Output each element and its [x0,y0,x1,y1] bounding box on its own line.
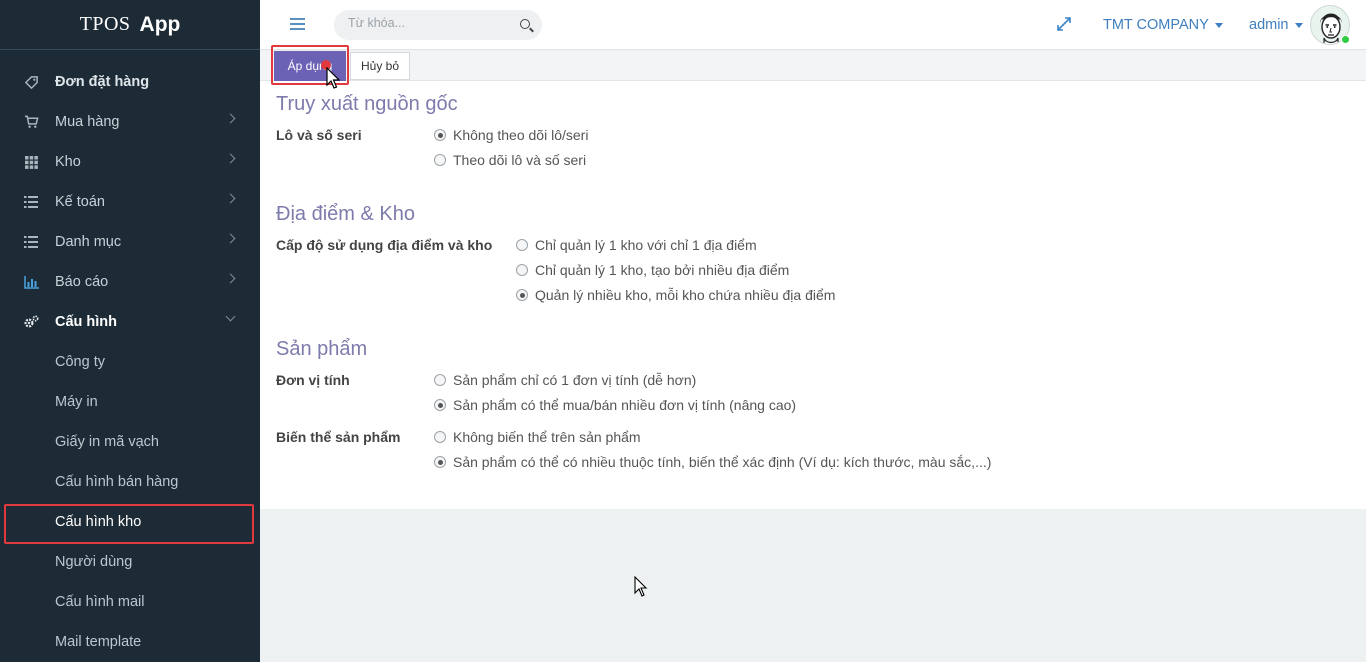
topbar: TMT COMPANY admin [260,0,1366,50]
search-box [334,10,542,40]
grid-icon [22,155,40,169]
sidebar-item-accounting[interactable]: Kế toán [0,182,260,222]
section-title-traceability: Truy xuất nguồn gốc [276,93,458,115]
menu-toggle-icon[interactable] [290,18,305,30]
radio-no-variants[interactable]: Không biến thể trên sản phẩm [434,429,641,445]
radio-button[interactable] [434,431,446,443]
radio-button[interactable] [434,129,446,141]
fullscreen-icon[interactable] [1057,17,1071,31]
submenu-item-mail-template[interactable]: Mail template [0,622,260,662]
settings-form: Áp dụng Hủy bỏ Truy xuất nguồn gốc Lô và… [260,45,1366,509]
user-dropdown[interactable]: admin [1249,17,1303,33]
submenu-item-company[interactable]: Công ty [0,342,260,382]
radio-single-warehouse-single-location[interactable]: Chỉ quản lý 1 kho với chỉ 1 địa điểm [516,237,757,253]
search-icon[interactable] [520,19,530,29]
highlight-box [4,504,254,544]
sidebar-item-catalog[interactable]: Danh mục [0,222,260,262]
submenu-item-sales-config[interactable]: Cấu hình bán hàng [0,462,260,502]
sidebar-item-orders[interactable]: Đơn đặt hàng [0,62,260,102]
cogs-icon [22,315,40,329]
sidebar-nav: Đơn đặt hàng Mua hàng Kho Kế toán Danh m… [0,50,260,342]
radio-no-tracking[interactable]: Không theo dõi lô/seri [434,127,588,143]
sidebar-item-label: Danh mục [55,234,122,250]
sidebar-item-purchase[interactable]: Mua hàng [0,102,260,142]
action-bar: Áp dụng Hủy bỏ [260,45,1366,89]
user-name: admin [1249,17,1289,33]
chevron-down-icon [225,311,236,322]
sidebar-item-warehouse[interactable]: Kho [0,142,260,182]
radio-multi-uom[interactable]: Sản phẩm có thể mua/bán nhiều đơn vị tín… [434,397,796,413]
bar-chart-icon [22,275,40,289]
sidebar-item-label: Báo cáo [55,274,109,290]
chevron-right-icon [225,193,236,204]
submenu-item-mail-config[interactable]: Cấu hình mail [0,582,260,622]
submenu-item-barcode-paper[interactable]: Giấy in mã vạch [0,422,260,462]
list-icon [22,195,40,209]
radio-button[interactable] [516,239,528,251]
chevron-right-icon [225,273,236,284]
radio-single-uom[interactable]: Sản phẩm chỉ có 1 đơn vị tính (dễ hơn) [434,372,696,388]
radio-button[interactable] [434,154,446,166]
brand-name-part1: TPOS [79,13,131,35]
radio-with-variants[interactable]: Sản phẩm có thể có nhiều thuộc tính, biế… [434,454,991,470]
radio-label: Sản phẩm có thể mua/bán nhiều đơn vị tín… [453,397,797,413]
submenu-item-printer[interactable]: Máy in [0,382,260,422]
chevron-right-icon [225,113,236,124]
brand-logo[interactable]: TPOS App [0,0,260,50]
field-label-location-level: Cấp độ sử dụng địa điểm và kho [276,237,493,253]
chevron-right-icon [225,233,236,244]
settings-submenu: Công ty Máy in Giấy in mã vạch Cấu hình … [0,342,260,662]
radio-label: Chỉ quản lý 1 kho, tạo bởi nhiều địa điể… [535,262,790,278]
sidebar-item-label: Cấu hình [55,314,118,330]
radio-button[interactable] [434,399,446,411]
radio-single-warehouse-multi-location[interactable]: Chỉ quản lý 1 kho, tạo bởi nhiều địa điể… [516,262,789,278]
radio-button[interactable] [434,374,446,386]
online-status-dot [1341,35,1350,44]
sidebar-item-settings[interactable]: Cấu hình [0,302,260,342]
field-label-lot-serial: Lô và số seri [276,127,362,143]
section-title-locations: Địa điểm & Kho [276,203,415,225]
section-title-products: Sản phẩm [276,338,368,360]
caret-down-icon [1294,22,1303,28]
radio-button[interactable] [516,264,528,276]
radio-label: Sản phẩm có thể có nhiều thuộc tính, biế… [453,454,992,470]
submenu-item-warehouse-config[interactable]: Cấu hình kho [0,502,260,544]
brand-name-part2: App [139,12,181,36]
radio-label: Chỉ quản lý 1 kho với chỉ 1 địa điểm [535,237,757,253]
sidebar-item-label: Kế toán [55,194,105,210]
radio-label: Quản lý nhiều kho, mỗi kho chứa nhiều đị… [535,287,836,303]
submenu-item-users[interactable]: Người dùng [0,542,260,582]
caret-down-icon [1214,22,1223,28]
chevron-right-icon [225,153,236,164]
radio-label: Không biến thể trên sản phẩm [453,429,641,445]
list-icon [22,235,40,249]
cart-icon [22,115,40,129]
sidebar: TPOS App Đơn đặt hàng Mua hàng Kho Kế to… [0,0,260,662]
field-label-variants: Biến thể sản phẩm [276,429,401,445]
cancel-button[interactable]: Hủy bỏ [350,52,410,80]
field-label-uom: Đơn vị tính [276,372,350,388]
radio-track-lot-serial[interactable]: Theo dõi lô và số seri [434,152,586,168]
search-input[interactable] [348,16,508,30]
radio-button[interactable] [434,456,446,468]
sidebar-item-label: Đơn đặt hàng [55,74,150,90]
radio-multi-warehouse[interactable]: Quản lý nhiều kho, mỗi kho chứa nhiều đị… [516,287,835,303]
radio-label: Theo dõi lô và số seri [453,152,587,168]
radio-label: Không theo dõi lô/seri [453,127,589,143]
radio-label: Sản phẩm chỉ có 1 đơn vị tính (dễ hơn) [453,372,697,388]
sidebar-item-reports[interactable]: Báo cáo [0,262,260,302]
sidebar-item-label: Mua hàng [55,114,120,130]
tag-icon [22,75,40,89]
radio-button[interactable] [516,289,528,301]
company-name: TMT COMPANY [1103,17,1209,33]
sidebar-item-label: Kho [55,154,81,170]
company-dropdown[interactable]: TMT COMPANY [1103,17,1223,33]
